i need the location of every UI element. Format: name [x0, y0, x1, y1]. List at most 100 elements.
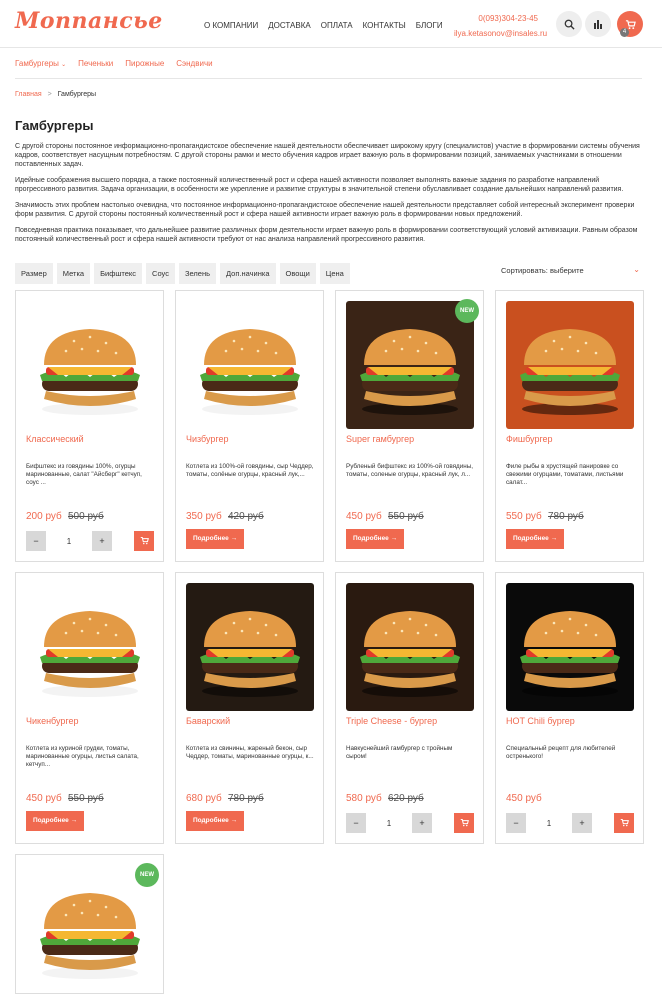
product-image[interactable] — [506, 583, 634, 711]
description-paragraph: Идейные соображения высшего порядка, а т… — [15, 177, 624, 193]
product-image[interactable] — [26, 301, 154, 429]
qty-value[interactable]: 1 — [366, 819, 412, 828]
filter-tag[interactable]: Метка — [56, 263, 91, 284]
qty-minus-button[interactable]: − — [346, 813, 366, 833]
product-card[interactable]: Чикенбургер Котлета из куриной грудки, то… — [15, 572, 164, 844]
product-description: Филе рыбы в хрустящей панировке со свежи… — [506, 463, 624, 486]
category-label: Гамбургеры — [15, 59, 59, 68]
compare-button[interactable] — [585, 11, 611, 37]
product-card[interactable]: Баварский Котлета из свинины, жареный бек… — [175, 572, 324, 844]
nav-blogs[interactable]: БЛОГИ — [416, 21, 443, 30]
qty-value[interactable]: 1 — [526, 819, 572, 828]
site-header: Monпансье О КОМПАНИИ ДОСТАВКА ОПЛАТА КОН… — [0, 0, 662, 48]
product-image[interactable] — [186, 583, 314, 711]
cart-icon — [620, 814, 629, 832]
add-to-cart-button[interactable] — [134, 531, 154, 551]
description-paragraph: Повседневная практика показывает, что да… — [15, 227, 638, 243]
product-price: 350 руб — [186, 511, 222, 522]
product-name[interactable]: Чикенбургер — [26, 716, 79, 726]
product-card[interactable]: Классический Бифштекс из говядины 100%, о… — [15, 290, 164, 562]
quantity-stepper: −1 + — [346, 813, 432, 833]
logo[interactable]: Monпансье — [15, 8, 163, 34]
product-description: Котлета из свинины, жареный бекон, сыр Ч… — [186, 745, 314, 760]
product-image[interactable] — [186, 301, 314, 429]
product-description: Котлета из куриной грудки, томаты, марин… — [26, 745, 139, 768]
qty-value[interactable]: 1 — [46, 537, 92, 546]
category-pastries[interactable]: Пирожные — [125, 59, 164, 68]
product-name[interactable]: Чизбургер — [186, 434, 229, 444]
product-description: Навкуснейший гамбургер с тройным сыром! — [346, 745, 453, 760]
details-button[interactable]: Подробнее → — [346, 529, 405, 549]
divider — [15, 78, 642, 79]
product-old-price: 620 руб — [388, 793, 424, 804]
breadcrumb-home[interactable]: Главная — [15, 91, 42, 98]
product-price: 450 руб — [506, 793, 542, 804]
product-image[interactable] — [346, 301, 474, 429]
product-old-price: 780 руб — [548, 511, 584, 522]
breadcrumb: Главная > Гамбургеры — [15, 91, 96, 98]
nav-about[interactable]: О КОМПАНИИ — [204, 21, 258, 30]
product-description: Рубленый бифштекс из 100%-ой говядины, т… — [346, 463, 473, 478]
filter-size[interactable]: Размер — [15, 263, 53, 284]
search-button[interactable] — [556, 11, 582, 37]
product-image[interactable] — [506, 301, 634, 429]
product-old-price: 420 руб — [228, 511, 264, 522]
details-button[interactable]: Подробнее → — [506, 529, 565, 549]
cart-icon — [460, 814, 469, 832]
product-card[interactable]: Чизбургер Котлета из 100%-ой говядины, сы… — [175, 290, 324, 562]
product-image[interactable] — [346, 583, 474, 711]
nav-contacts[interactable]: КОНТАКТЫ — [363, 21, 406, 30]
cart-button[interactable]: 4 — [617, 11, 643, 37]
product-price: 200 руб — [26, 511, 62, 522]
category-sandwiches[interactable]: Сэндвичи — [176, 59, 212, 68]
filter-sauce[interactable]: Соус — [146, 263, 175, 284]
filter-greens[interactable]: Зелень — [178, 263, 217, 284]
breadcrumb-current: Гамбургеры — [57, 91, 97, 98]
nav-payment[interactable]: ОПЛАТА — [321, 21, 353, 30]
category-cookies[interactable]: Печеньки — [78, 59, 113, 68]
product-name[interactable]: Классический — [26, 434, 84, 444]
product-card[interactable]: Фишбургер Филе рыбы в хрустящей панировке… — [495, 290, 644, 562]
product-image[interactable] — [26, 583, 154, 711]
product-description: Бифштекс из говядины 100%, огурцы марино… — [26, 463, 142, 486]
product-price: 550 руб — [506, 511, 542, 522]
product-name[interactable]: Баварский — [186, 716, 230, 726]
nav-delivery[interactable]: ДОСТАВКА — [268, 21, 310, 30]
product-card[interactable]: HOT Chili бургер Специальный рецепт для л… — [495, 572, 644, 844]
breadcrumb-separator: > — [47, 91, 52, 98]
product-card[interactable]: Triple Cheese - бургер Навкуснейший гамбу… — [335, 572, 484, 844]
quantity-stepper: −1 + — [26, 531, 112, 551]
qty-minus-button[interactable]: − — [506, 813, 526, 833]
qty-plus-button[interactable]: + — [92, 531, 112, 551]
email[interactable]: ilya.ketasonov@insales.ru — [454, 26, 547, 41]
details-button[interactable]: Подробнее → — [186, 811, 245, 831]
filter-extra[interactable]: Доп.начинка — [220, 263, 276, 284]
product-name[interactable]: Triple Cheese - бургер — [346, 716, 437, 726]
details-button[interactable]: Подробнее → — [26, 811, 85, 831]
product-name[interactable]: Super гамбургер — [346, 434, 414, 444]
product-image[interactable] — [26, 865, 154, 993]
category-hamburgers[interactable]: Гамбургеры ⌄ — [15, 59, 66, 68]
filter-vegetables[interactable]: Овощи — [279, 263, 316, 284]
add-to-cart-button[interactable] — [614, 813, 634, 833]
qty-plus-button[interactable]: + — [572, 813, 592, 833]
qty-plus-button[interactable]: + — [412, 813, 432, 833]
sort-select[interactable]: Сортировать: выберите ⌄ — [501, 265, 642, 275]
product-card[interactable]: NEW Super гамбургер Рубленый бифштекс из 1… — [335, 290, 484, 562]
qty-minus-button[interactable]: − — [26, 531, 46, 551]
chevron-down-icon: ⌄ — [61, 62, 67, 68]
filter-price[interactable]: Цена — [319, 263, 350, 284]
search-icon — [564, 19, 575, 30]
filter-steak[interactable]: Бифштекс — [94, 263, 143, 284]
category-nav: Гамбургеры ⌄ Печеньки Пирожные Сэндвичи — [15, 59, 213, 68]
product-name[interactable]: Фишбургер — [506, 434, 553, 444]
phone[interactable]: 0(093)304-23-45 — [454, 11, 538, 26]
details-button[interactable]: Подробнее → — [186, 529, 245, 549]
product-name[interactable]: HOT Chili бургер — [506, 716, 575, 726]
product-price: 680 руб — [186, 793, 222, 804]
product-card[interactable]: NEW — [15, 854, 164, 994]
add-to-cart-button[interactable] — [454, 813, 474, 833]
category-description: С другой стороны постоянное информационн… — [15, 142, 642, 251]
product-price: 450 руб — [26, 793, 62, 804]
new-badge: NEW — [455, 299, 479, 323]
